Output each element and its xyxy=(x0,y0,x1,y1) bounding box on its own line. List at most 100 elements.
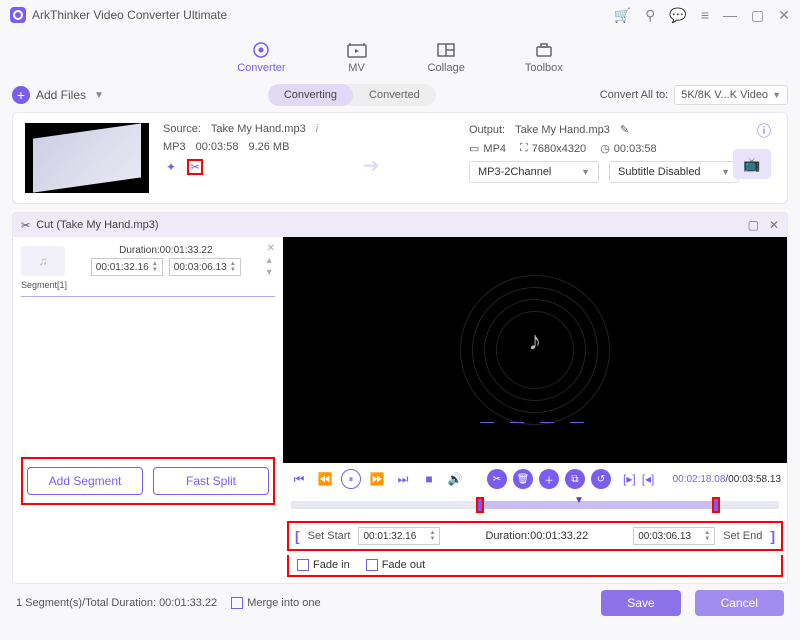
waveform-icon: — — — — xyxy=(480,413,590,429)
segment-start-input[interactable]: 00:01:32.16▲▼ xyxy=(91,258,163,276)
skip-end-icon[interactable]: ⏭ xyxy=(393,469,413,489)
playback-timecode: 00:02:18.08/00:03:58.13 xyxy=(673,474,781,485)
target-format-select[interactable]: 5K/8K V...K Video▼ xyxy=(674,85,788,105)
segment-row[interactable]: ♫ Duration:00:01:33.22 00:01:32.16▲▼ 00:… xyxy=(21,243,275,278)
source-size: 9.26 MB xyxy=(248,141,289,153)
device-preset-icon[interactable]: 📺 xyxy=(733,149,771,179)
fast-split-button[interactable]: Fast Split xyxy=(153,467,269,495)
bracket-in-icon[interactable]: [▸] xyxy=(623,472,636,486)
footer: 1 Segment(s)/Total Duration: 00:01:33.22… xyxy=(16,590,784,616)
source-name: Take My Hand.mp3 xyxy=(211,123,306,135)
fade-in-checkbox[interactable]: Fade in xyxy=(297,559,350,571)
add-button[interactable]: ＋ xyxy=(539,469,559,489)
cart-icon[interactable]: 🛒 xyxy=(614,7,631,24)
copy-button[interactable]: ⧉ xyxy=(565,469,585,489)
app-title: ArkThinker Video Converter Ultimate xyxy=(32,8,614,22)
play-pause-button[interactable]: ⏸ xyxy=(341,469,361,489)
codec-label: MP3 xyxy=(163,141,186,153)
tab-converter[interactable]: Converter xyxy=(237,40,285,74)
fade-out-checkbox[interactable]: Fade out xyxy=(366,559,425,571)
app-logo-icon xyxy=(10,7,26,23)
converter-icon xyxy=(250,40,272,60)
edit-name-icon[interactable]: ✎ xyxy=(620,123,629,136)
subtitle-select[interactable]: Subtitle Disabled▼ xyxy=(609,161,739,183)
maximize-icon[interactable]: ▢ xyxy=(751,7,764,24)
tab-mv[interactable]: MV xyxy=(346,40,368,74)
fade-row: Fade in Fade out xyxy=(287,555,783,577)
time-set-row: [ Set Start 00:01:32.16▲▼ Duration:00:01… xyxy=(287,521,783,551)
tab-label: Converter xyxy=(237,62,285,74)
source-thumbnail[interactable] xyxy=(25,123,149,193)
tab-converting[interactable]: Converting xyxy=(268,84,353,106)
segment-thumbnail: ♫ xyxy=(21,246,65,276)
output-name: Take My Hand.mp3 xyxy=(515,124,610,136)
add-files-label: Add Files xyxy=(36,88,86,102)
playback-controls: ⏮ ⏪ ⏸ ⏩ ⏭ ■ 🔊 ✂ 🗑 ＋ ⧉ ↺ [▸] [◂] 00:02:18… xyxy=(283,463,787,493)
cancel-button[interactable]: Cancel xyxy=(695,590,784,616)
end-time-input[interactable]: 00:03:06.13▲▼ xyxy=(633,527,715,545)
merge-checkbox[interactable]: Merge into one xyxy=(231,597,320,609)
tab-collage[interactable]: Collage xyxy=(428,40,465,74)
collage-icon xyxy=(435,40,457,60)
skip-start-icon[interactable]: ⏮ xyxy=(289,469,309,489)
range-start-handle[interactable] xyxy=(476,497,484,513)
split-here-button[interactable]: ✂ xyxy=(487,469,507,489)
tab-toolbox[interactable]: Toolbox xyxy=(525,40,563,74)
panel-close-icon[interactable]: ✕ xyxy=(769,218,779,232)
playhead-icon[interactable]: ▼ xyxy=(574,495,584,506)
output-label: Output: xyxy=(469,124,505,136)
selected-range xyxy=(476,501,720,509)
forward-icon[interactable]: ⏩ xyxy=(367,469,387,489)
audio-track-select[interactable]: MP3-2Channel▼ xyxy=(469,161,599,183)
convert-all-label: Convert All to: xyxy=(600,89,668,101)
reset-button[interactable]: ↺ xyxy=(591,469,611,489)
plus-icon: + xyxy=(12,86,30,104)
segment-duration-value: 00:01:33.22 xyxy=(160,245,213,256)
source-label: Source: xyxy=(163,123,201,135)
segment-remove-icon[interactable]: ✕ xyxy=(267,243,275,254)
rewind-icon[interactable]: ⏪ xyxy=(315,469,335,489)
duration-display: Duration:00:01:33.22 xyxy=(448,530,625,542)
resolution-info: ⛶ 7680x4320 xyxy=(520,142,586,155)
segment-action-buttons: Add Segment Fast Split xyxy=(21,457,275,505)
feedback-icon[interactable]: 💬 xyxy=(669,7,686,24)
panel-maximize-icon[interactable]: ▢ xyxy=(748,218,759,232)
segment-index-label: Segment[1] xyxy=(21,280,275,290)
set-start-label[interactable]: Set Start xyxy=(308,530,351,542)
tab-label: Collage xyxy=(428,62,465,74)
menu-icon[interactable]: ≡ xyxy=(701,7,709,24)
segments-summary: 1 Segment(s)/Total Duration: 00:01:33.22 xyxy=(16,597,217,609)
bracket-out-icon[interactable]: [◂] xyxy=(642,472,655,486)
volume-icon[interactable]: 🔊 xyxy=(445,469,465,489)
set-end-label[interactable]: Set End xyxy=(723,530,762,542)
tab-converted[interactable]: Converted xyxy=(353,84,436,106)
segment-move-up-icon[interactable]: ▴ xyxy=(267,255,275,266)
chevron-down-icon: ▼ xyxy=(94,90,104,101)
add-segment-button[interactable]: Add Segment xyxy=(27,467,143,495)
key-icon[interactable]: ⚲ xyxy=(645,7,655,24)
save-button[interactable]: Save xyxy=(601,590,680,616)
timeline[interactable]: ▼ xyxy=(291,495,779,515)
video-preview[interactable]: ♪ — — — — xyxy=(283,237,787,463)
stop-icon[interactable]: ■ xyxy=(419,469,439,489)
add-files-button[interactable]: + Add Files ▼ xyxy=(12,86,104,104)
start-time-input[interactable]: 00:01:32.16▲▼ xyxy=(358,527,440,545)
close-icon[interactable]: ✕ xyxy=(778,7,790,24)
segment-duration-label: Duration: xyxy=(119,245,160,256)
enhance-icon[interactable]: ✦ xyxy=(163,159,179,175)
cut-icon[interactable]: ✂ xyxy=(187,159,203,175)
delete-segment-button[interactable]: 🗑 xyxy=(513,469,533,489)
minimize-icon[interactable]: — xyxy=(723,7,737,24)
bracket-open-icon: [ xyxy=(295,528,300,544)
output-info-icon[interactable]: ⓘ xyxy=(757,121,771,141)
segment-end-input[interactable]: 00:03:06.13▲▼ xyxy=(169,258,241,276)
cut-title: Cut (Take My Hand.mp3) xyxy=(36,219,158,231)
main-tabs: Converter MV Collage Toolbox xyxy=(0,30,800,80)
toolbox-icon xyxy=(533,40,555,60)
preview-pane: ♪ — — — — ⏮ ⏪ ⏸ ⏩ ⏭ ■ 🔊 ✂ 🗑 ＋ ⧉ ↺ [▸] [◂… xyxy=(283,237,787,583)
info-icon[interactable]: i xyxy=(316,123,318,135)
bracket-close-icon: ] xyxy=(770,528,775,544)
convert-all-to: Convert All to: 5K/8K V...K Video▼ xyxy=(600,85,788,105)
segment-move-down-icon[interactable]: ▾ xyxy=(267,267,275,278)
range-end-handle[interactable] xyxy=(712,497,720,513)
